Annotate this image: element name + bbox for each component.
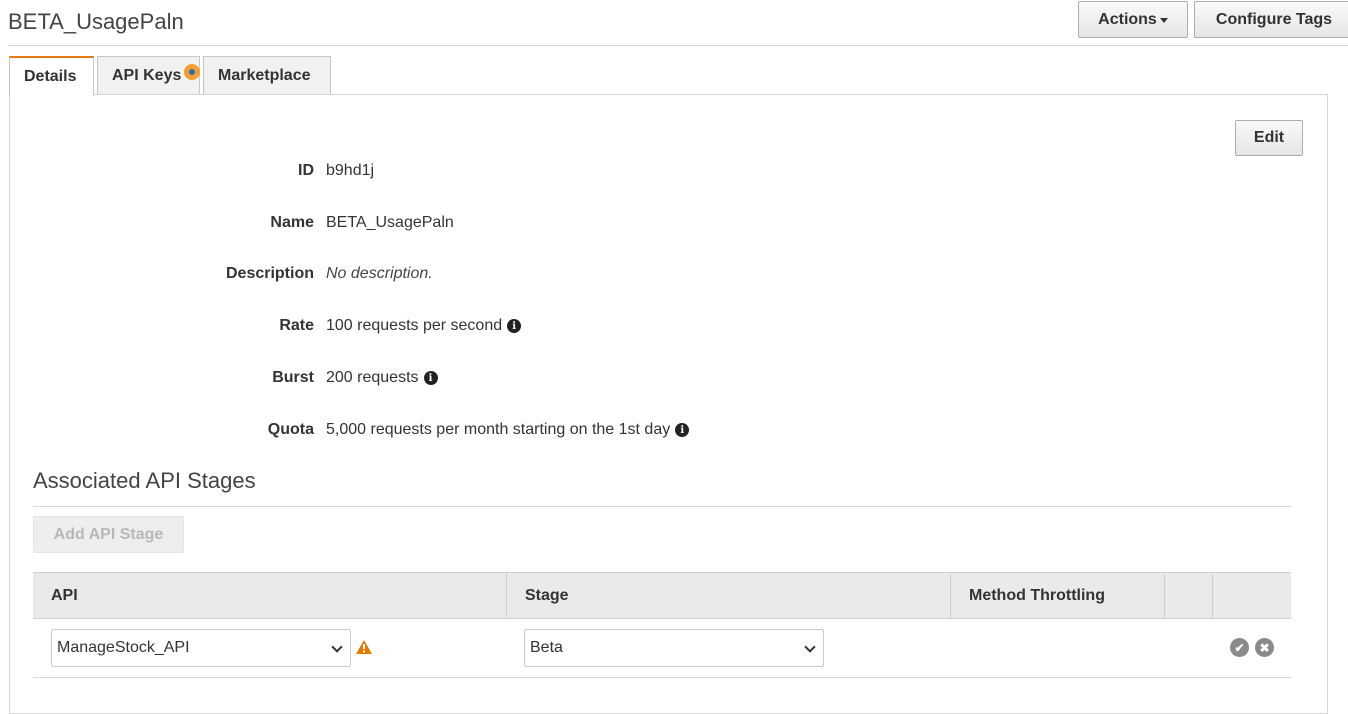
notification-badge-icon [184, 64, 200, 80]
actions-label: Actions [1098, 10, 1157, 28]
caret-down-icon [1159, 18, 1168, 23]
stage-select[interactable]: Beta [524, 629, 824, 667]
configure-tags-button[interactable]: Configure Tags [1194, 1, 1348, 38]
details-panel [9, 94, 1328, 714]
column-header-blank [1164, 573, 1212, 618]
field-value-burst: 200 requests i [326, 369, 438, 387]
field-value-quota: 5,000 requests per month starting on the… [326, 421, 690, 439]
field-value-rate: 100 requests per second i [326, 317, 522, 335]
column-header-stage: Stage [506, 573, 950, 618]
header-divider [8, 45, 1348, 46]
field-label-quota: Quota [267, 421, 314, 438]
field-label-description: Description [225, 265, 314, 282]
field-value-description: No description. [326, 265, 433, 282]
field-label-id: ID [298, 162, 314, 179]
info-icon[interactable]: i [675, 423, 690, 437]
field-value-name: BETA_UsagePaln [326, 214, 454, 231]
edit-button[interactable]: Edit [1235, 120, 1303, 156]
stages-table-header: API Stage Method Throttling [33, 572, 1291, 619]
info-icon[interactable]: i [507, 319, 522, 333]
api-select[interactable]: ManageStock_API [51, 629, 351, 667]
field-label-name: Name [270, 214, 314, 231]
tab-marketplace[interactable]: Marketplace [203, 56, 331, 95]
cancel-icon[interactable]: ✖ [1255, 638, 1274, 657]
check-icon[interactable]: ✔ [1230, 638, 1249, 657]
field-label-rate: Rate [279, 317, 314, 334]
field-label-burst: Burst [272, 369, 314, 386]
chevron-down-icon [331, 641, 343, 653]
column-header-api: API [51, 586, 78, 604]
section-title: Associated API Stages [33, 468, 256, 493]
field-value-id: b9hd1j [326, 162, 375, 179]
column-header-actions [1212, 573, 1291, 618]
tab-details[interactable]: Details [9, 56, 94, 96]
chevron-down-icon [804, 641, 816, 653]
actions-button[interactable]: Actions [1078, 1, 1188, 38]
row-divider [33, 677, 1291, 678]
page-title: BETA_UsagePaln [8, 9, 184, 34]
column-header-method-throttling: Method Throttling [950, 573, 1164, 618]
add-api-stage-button[interactable]: Add API Stage [33, 516, 184, 553]
info-icon[interactable]: i [423, 371, 438, 385]
warning-icon [356, 640, 372, 654]
section-divider [33, 506, 1291, 507]
